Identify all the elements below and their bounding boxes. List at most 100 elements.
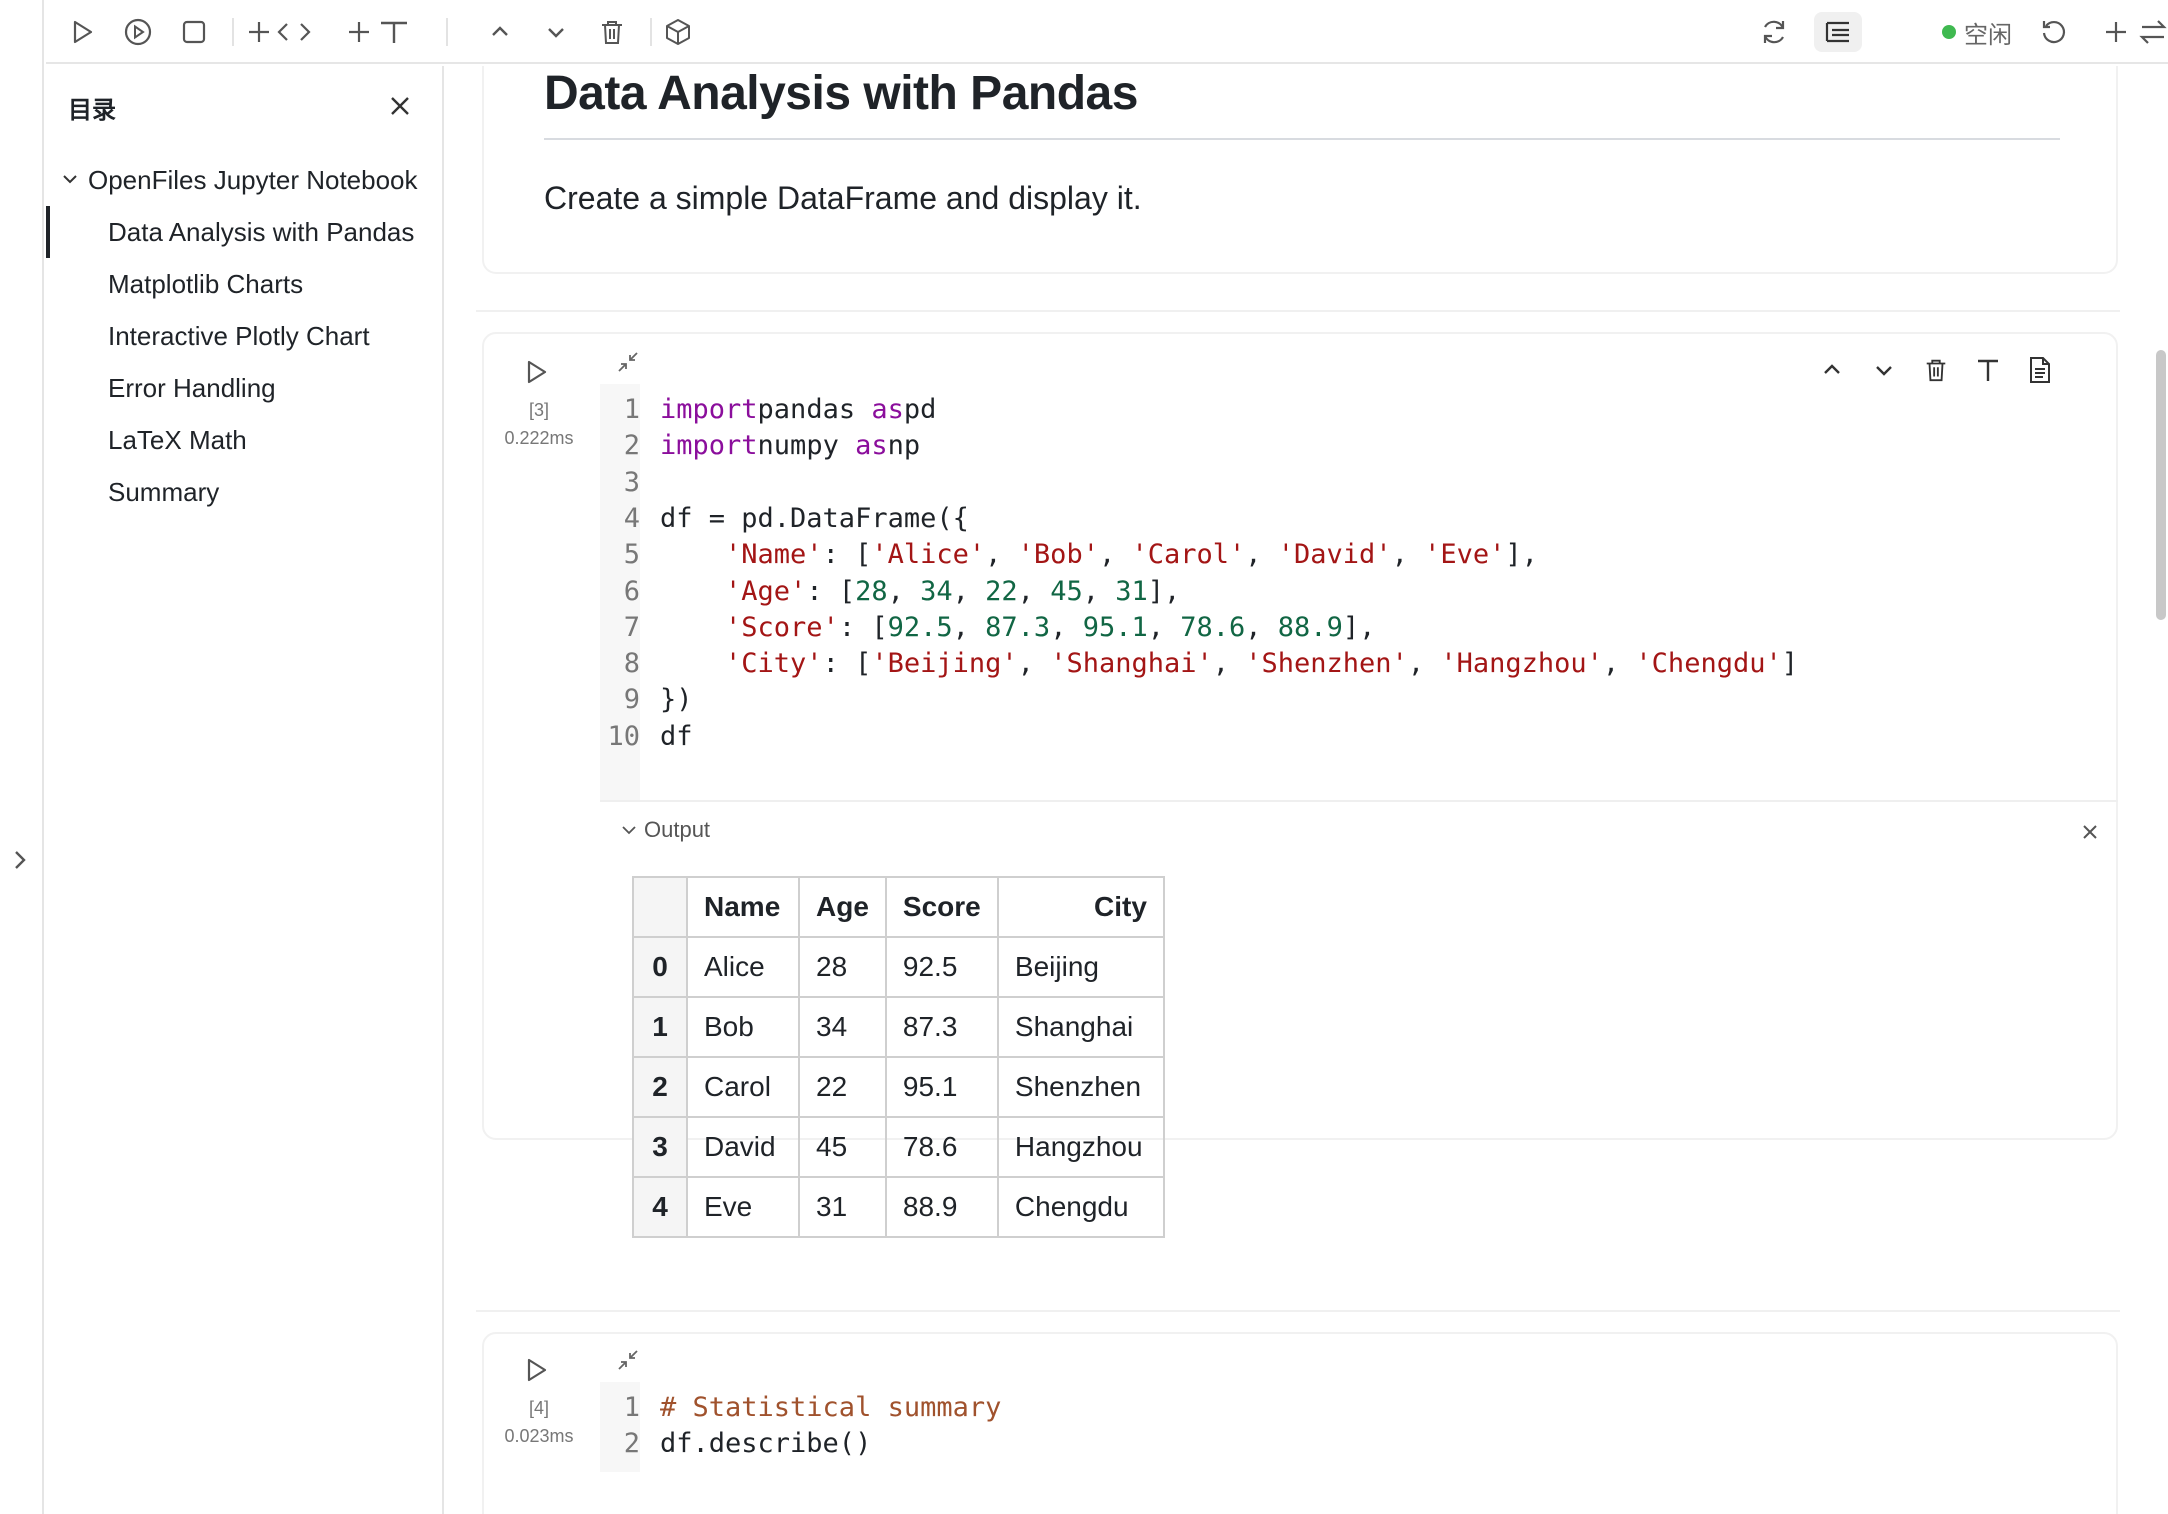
row-index: 3: [632, 1116, 688, 1178]
convert-to-text-icon[interactable]: [1968, 350, 2008, 390]
chevron-down-icon: [60, 165, 80, 196]
notebook-toolbar: 空闲: [46, 0, 2168, 64]
cell-city: Chengdu: [996, 1176, 1165, 1238]
cell-score: 87.3: [884, 996, 999, 1058]
toc-title: 目录: [68, 97, 116, 124]
move-cell-down-icon[interactable]: [1864, 350, 1904, 390]
line-number: 3: [623, 466, 640, 498]
output-label: Output: [644, 817, 711, 842]
cell-toolbar: [1812, 350, 2060, 390]
heading-divider: [544, 138, 2060, 140]
kernel-status-label: 空闲: [1964, 21, 2012, 49]
toc-item-matplotlib[interactable]: Matplotlib Charts: [108, 262, 438, 306]
chevron-down-icon: [622, 826, 636, 835]
expand-panel-icon[interactable]: [6, 846, 34, 874]
line-number: 6: [623, 575, 640, 607]
execution-time: 0.222ms: [504, 428, 574, 448]
cell-name: Alice: [686, 936, 800, 998]
close-output-icon[interactable]: [2076, 818, 2104, 846]
document-icon[interactable]: [2020, 350, 2060, 390]
code-cell[interactable]: [4] 0.023ms 1 # Statistical summary 2 df.de…: [482, 1332, 2118, 1514]
add-code-cell-button[interactable]: [246, 12, 316, 52]
line-number: 8: [623, 648, 640, 680]
cell-age: 28: [798, 936, 887, 998]
table-row: 3 David 45 78.6 Hangzhou: [632, 1116, 1165, 1178]
cell-city: Shenzhen: [996, 1056, 1165, 1118]
add-icon[interactable]: [2096, 12, 2136, 52]
run-cell-icon[interactable]: [516, 352, 556, 392]
restart-icon[interactable]: [2034, 12, 2074, 52]
activity-bar: [0, 0, 44, 1514]
refresh-icon[interactable]: [1754, 12, 1794, 52]
code-line: 'Age': [28, 34, 22, 45, 31],: [725, 575, 1181, 607]
run-icon[interactable]: [62, 12, 102, 52]
code-line: df: [660, 720, 693, 752]
table-header-score: Score: [884, 876, 999, 938]
switch-icon[interactable]: [2138, 12, 2168, 52]
line-number: 2: [623, 430, 640, 462]
toc-item-data-analysis[interactable]: Data Analysis with Pandas: [108, 210, 438, 254]
toc-item-error-handling[interactable]: Error Handling: [108, 366, 438, 410]
kernel-status: 空闲: [1942, 16, 2012, 49]
toc-sidebar: 目录 OpenFiles Jupyter Notebook Data Analy…: [46, 66, 444, 1514]
cell-name: Eve: [686, 1176, 800, 1238]
row-index: 0: [632, 936, 688, 998]
toc-item-latex[interactable]: LaTeX Math: [108, 418, 438, 462]
line-number: 7: [623, 611, 640, 643]
execution-count: [4]: [528, 1398, 549, 1418]
toc-root-item[interactable]: OpenFiles Jupyter Notebook: [60, 160, 440, 200]
notebook-content: Data Analysis with Pandas Create a simpl…: [446, 66, 2168, 1514]
cell-score: 88.9: [884, 1176, 999, 1238]
code-line: 'City': ['Beijing', 'Shanghai', 'Shenzhe…: [725, 648, 1798, 680]
line-number: 2: [623, 1428, 640, 1460]
toc-icon[interactable]: [1814, 12, 1862, 52]
move-down-icon[interactable]: [536, 12, 576, 52]
cell-score: 92.5: [884, 936, 999, 998]
delete-cell-icon[interactable]: [1916, 350, 1956, 390]
toc-item-plotly[interactable]: Interactive Plotly Chart: [108, 314, 438, 358]
markdown-cell[interactable]: Data Analysis with Pandas Create a simpl…: [482, 66, 2118, 274]
cell-age: 31: [798, 1176, 887, 1238]
cell-city: Hangzhou: [996, 1116, 1165, 1178]
status-dot-icon: [1942, 25, 1956, 39]
toc-item-summary[interactable]: Summary: [108, 470, 438, 514]
execution-count: [3]: [528, 400, 549, 420]
cell-age: 45: [798, 1116, 887, 1178]
cell-age: 22: [798, 1056, 887, 1118]
execution-time: 0.023ms: [504, 1426, 574, 1446]
table-header-name: Name: [686, 876, 800, 938]
table-header-row: Name Age Score City: [632, 876, 1165, 938]
close-icon[interactable]: [382, 88, 418, 124]
collapse-icon[interactable]: [612, 346, 644, 378]
cell-name: David: [686, 1116, 800, 1178]
collapse-icon[interactable]: [612, 1344, 644, 1376]
cell-name: Carol: [686, 1056, 800, 1118]
table-row: 4 Eve 31 88.9 Chengdu: [632, 1176, 1165, 1238]
scrollbar[interactable]: [2156, 350, 2166, 620]
table-header-index: [632, 876, 688, 938]
row-index: 1: [632, 996, 688, 1058]
output-toggle[interactable]: Output: [620, 814, 710, 846]
markdown-paragraph: Create a simple DataFrame and display it…: [544, 180, 1142, 216]
cell-city: Beijing: [996, 936, 1165, 998]
code-line: 'Score': [92.5, 87.3, 95.1, 78.6, 88.9],: [725, 611, 1376, 643]
code-line: # Statistical summary: [660, 1392, 1002, 1423]
add-text-cell-button[interactable]: [346, 12, 416, 52]
code-line: 'Name': ['Alice', 'Bob', 'Carol', 'David…: [725, 539, 1538, 571]
delete-icon[interactable]: [592, 12, 632, 52]
cell-city: Shanghai: [996, 996, 1165, 1058]
run-cell-icon[interactable]: [516, 1350, 556, 1390]
stop-icon[interactable]: [174, 12, 214, 52]
cell-name: Bob: [686, 996, 800, 1058]
move-cell-up-icon[interactable]: [1812, 350, 1852, 390]
toc-active-indicator: [46, 206, 50, 258]
line-number: 10: [607, 720, 640, 752]
run-all-icon[interactable]: [118, 12, 158, 52]
code-cell[interactable]: [3] 0.222ms 1 importpandas aspd 2 importnum…: [482, 332, 2118, 1238]
move-up-icon[interactable]: [480, 12, 520, 52]
package-icon[interactable]: [658, 12, 698, 52]
code-line: importpandas aspd: [660, 394, 937, 425]
table-header-city: City: [996, 876, 1165, 938]
table-row: 0 Alice 28 92.5 Beijing: [632, 936, 1165, 998]
cell-score: 78.6: [884, 1116, 999, 1178]
